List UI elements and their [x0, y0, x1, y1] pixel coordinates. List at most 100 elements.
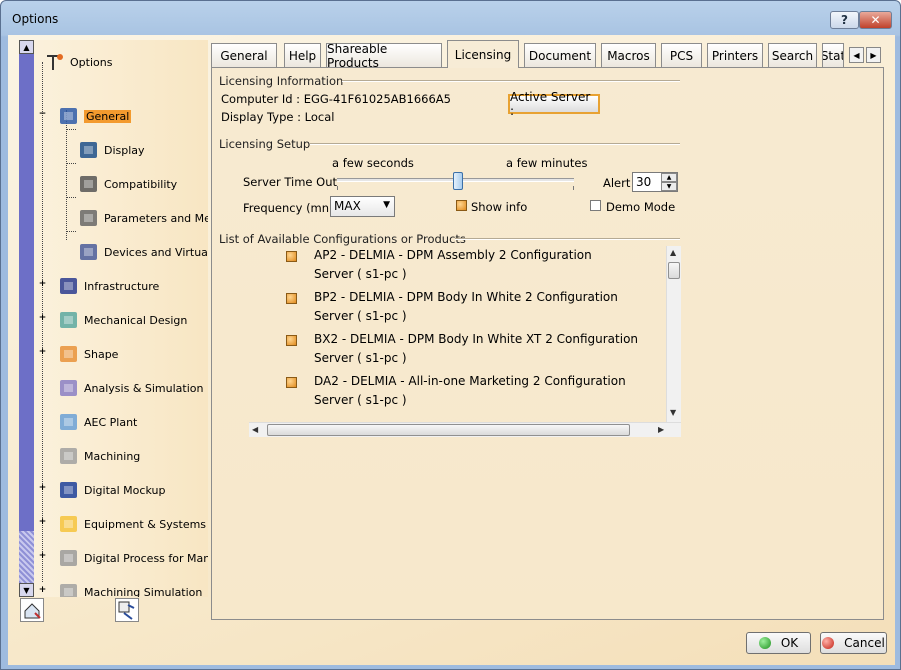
- scroll-down-arrow-icon[interactable]: ▼: [19, 583, 34, 597]
- tree-item-label: Digital Mockup: [84, 483, 166, 497]
- tree-item-label: Machining Simulation: [84, 585, 203, 598]
- list-item[interactable]: BP2 - DELMIA - DPM Body In White 2 Confi…: [249, 288, 659, 330]
- few-seconds-label: a few seconds: [332, 156, 414, 170]
- tree-item-general[interactable]: − General: [39, 102, 132, 130]
- tree-item-devices-and-virtual-re[interactable]: Devices and Virtual Re: [78, 238, 208, 266]
- frequency-value: MAX: [334, 199, 361, 213]
- alert-label: Alert: [603, 176, 631, 190]
- general-icon: [58, 105, 80, 127]
- configuration-name: DA2 - DELMIA - All-in-one Marketing 2 Co…: [314, 374, 626, 388]
- frequency-select[interactable]: MAX ▼: [330, 196, 395, 217]
- scroll-right-icon[interactable]: ▶: [658, 425, 664, 434]
- tree-item-machining[interactable]: Machining: [58, 442, 140, 470]
- tab-scroll-left-icon[interactable]: ◀: [849, 47, 864, 63]
- tab-scroll-right-icon[interactable]: ▶: [866, 47, 881, 63]
- tree-root-options[interactable]: Options: [44, 48, 112, 76]
- configuration-checkbox[interactable]: [286, 251, 297, 262]
- show-info-label: Show info: [471, 200, 528, 214]
- tree-item-mechanical-design[interactable]: + Mechanical Design: [39, 306, 188, 334]
- scroll-thumb[interactable]: [267, 424, 630, 436]
- frequency-label: Frequency (mn): [243, 201, 334, 215]
- scroll-left-icon[interactable]: ◀: [252, 425, 258, 434]
- expand-icon[interactable]: +: [38, 280, 47, 290]
- section-divider: [342, 80, 680, 82]
- expand-icon[interactable]: +: [38, 314, 47, 324]
- close-button[interactable]: ✕: [859, 11, 892, 29]
- tab-document[interactable]: Document: [524, 43, 596, 67]
- equipment-icon: [58, 513, 80, 535]
- active-server-button[interactable]: Active Server :: [508, 90, 600, 118]
- show-info-checkbox[interactable]: [456, 200, 467, 211]
- tree-item-analysis-simulation[interactable]: Analysis & Simulation: [58, 374, 204, 402]
- few-minutes-label: a few minutes: [506, 156, 588, 170]
- tree-item-label: Parameters and Measu: [104, 211, 208, 225]
- tree-connector: [66, 163, 76, 164]
- scroll-up-icon[interactable]: ▲: [670, 248, 676, 257]
- scroll-thumb[interactable]: [668, 262, 680, 279]
- display-type-text: Display Type : Local: [221, 110, 335, 124]
- expand-icon[interactable]: +: [38, 484, 47, 494]
- tree-item-digital-mockup[interactable]: + Digital Mockup: [39, 476, 166, 504]
- computer-id-text: Computer Id : EGG-41F61025AB1666A5: [221, 92, 451, 106]
- tree-scrollbar[interactable]: ▲ ▼: [19, 40, 34, 597]
- server-timeout-label: Server Time Out: [243, 175, 338, 189]
- list-horizontal-scrollbar[interactable]: ◀ ▶: [249, 422, 681, 437]
- help-button[interactable]: ?: [830, 11, 859, 29]
- expand-icon[interactable]: +: [38, 518, 47, 528]
- tab-help[interactable]: Help: [284, 43, 321, 67]
- tree-item-digital-process-for-manuf[interactable]: + Digital Process for Manuf: [39, 544, 208, 572]
- tab-stat[interactable]: Stat: [822, 43, 844, 67]
- configuration-checkbox[interactable]: [286, 335, 297, 346]
- tab-search[interactable]: Search: [768, 43, 817, 67]
- tab-printers[interactable]: Printers: [707, 43, 763, 67]
- tree-item-parameters-and-measu[interactable]: Parameters and Measu: [78, 204, 208, 232]
- tree-item-label: Mechanical Design: [84, 313, 188, 327]
- tree-item-equipment-systems[interactable]: + Equipment & Systems: [39, 510, 206, 538]
- analysis-icon: [58, 377, 80, 399]
- configuration-server: Server ( s1-pc ): [314, 351, 407, 365]
- scroll-down-icon[interactable]: ▼: [670, 408, 676, 417]
- tab-macros[interactable]: Macros: [601, 43, 656, 67]
- tree-item-aec-plant[interactable]: AEC Plant: [58, 408, 137, 436]
- ok-button[interactable]: OK: [746, 632, 811, 654]
- aec-plant-icon: [58, 411, 80, 433]
- cancel-label: Cancel: [844, 636, 885, 650]
- tree-item-infrastructure[interactable]: + Infrastructure: [39, 272, 160, 300]
- list-vertical-scrollbar[interactable]: ▲ ▼: [666, 246, 681, 422]
- configuration-name: BP2 - DELMIA - DPM Body In White 2 Confi…: [314, 290, 618, 304]
- configuration-list[interactable]: AP2 - DELMIA - DPM Assembly 2 Configurat…: [249, 246, 681, 444]
- tree-item-compatibility[interactable]: Compatibility: [78, 170, 177, 198]
- tab-general[interactable]: General: [211, 43, 277, 67]
- options-window: Options ? ✕ ▲ ▼ Options − General Displa…: [0, 0, 901, 670]
- scroll-track-pattern: [19, 531, 34, 583]
- expand-icon[interactable]: +: [38, 348, 47, 358]
- expand-icon[interactable]: +: [38, 552, 47, 562]
- tree-item-label: Machining: [84, 449, 141, 463]
- tree-item-label: Infrastructure: [84, 279, 160, 293]
- tree-item-shape[interactable]: + Shape: [39, 340, 118, 368]
- tab-shareable-products[interactable]: Shareable Products: [326, 42, 442, 70]
- spin-down-icon[interactable]: ▼: [661, 182, 677, 191]
- tab-pcs[interactable]: PCS: [661, 43, 702, 67]
- tree-item-display[interactable]: Display: [78, 136, 145, 164]
- configuration-checkbox[interactable]: [286, 293, 297, 304]
- tree-home-icon[interactable]: [20, 598, 44, 622]
- tree-settings-icon[interactable]: [115, 598, 139, 622]
- slider-thumb[interactable]: [452, 172, 463, 190]
- tree-item-machining-simulation[interactable]: + Machining Simulation: [39, 578, 203, 598]
- collapse-icon[interactable]: −: [38, 110, 47, 120]
- alert-spinbox[interactable]: 30 ▲ ▼: [632, 172, 678, 192]
- list-item[interactable]: BX2 - DELMIA - DPM Body In White XT 2 Co…: [249, 330, 659, 372]
- list-item[interactable]: DA2 - DELMIA - All-in-one Marketing 2 Co…: [249, 372, 659, 414]
- cancel-button[interactable]: Cancel: [820, 632, 887, 654]
- options-root-icon: [44, 51, 66, 73]
- spin-up-icon[interactable]: ▲: [661, 173, 677, 182]
- tab-licensing[interactable]: Licensing: [447, 40, 519, 68]
- tree-connector: [66, 231, 76, 232]
- configuration-checkbox[interactable]: [286, 377, 297, 388]
- list-item[interactable]: AP2 - DELMIA - DPM Assembly 2 Configurat…: [249, 246, 659, 288]
- mechanical-design-icon: [58, 309, 80, 331]
- expand-icon[interactable]: +: [38, 586, 47, 596]
- demo-mode-checkbox[interactable]: [590, 200, 601, 211]
- scroll-up-arrow-icon[interactable]: ▲: [19, 40, 34, 54]
